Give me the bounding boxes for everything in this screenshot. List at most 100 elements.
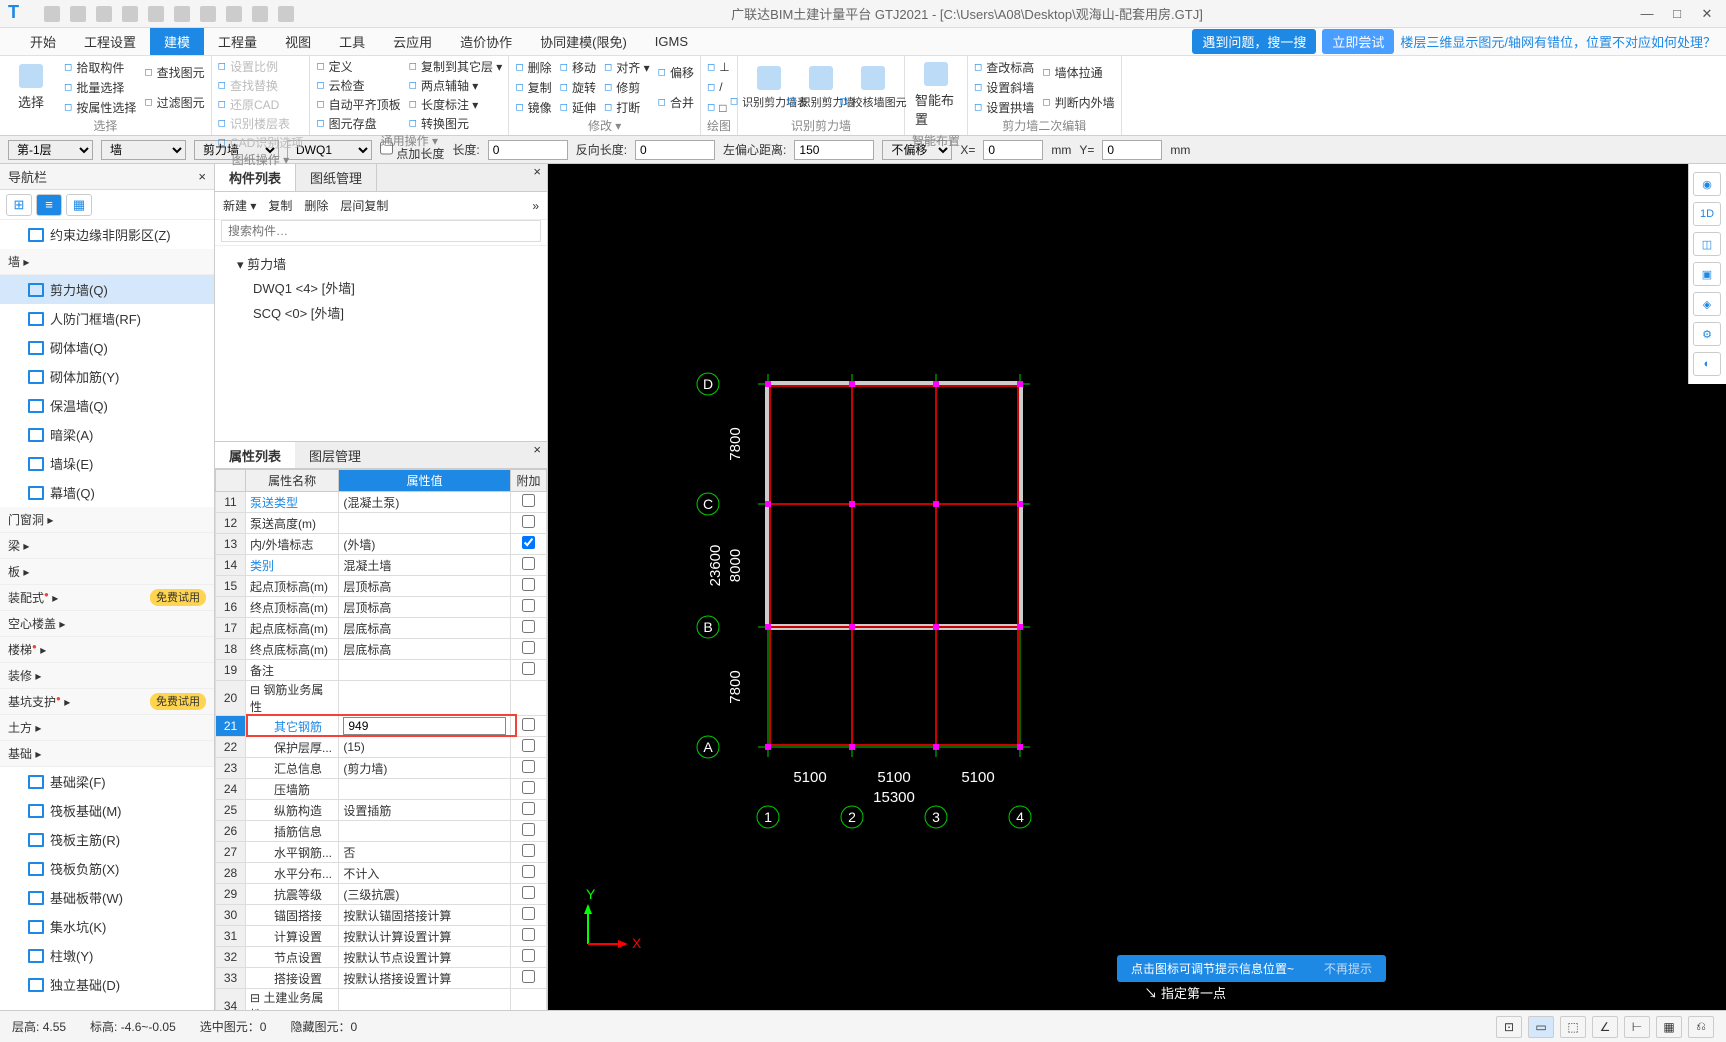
prop-extra[interactable] xyxy=(511,905,547,926)
ribbon-item[interactable]: 按属性选择 xyxy=(64,99,136,116)
ribbon-item[interactable]: 对齐 ▾ xyxy=(604,59,650,76)
nav-category[interactable]: 基坑支护● ▸免费试用 xyxy=(0,689,214,715)
prop-value[interactable]: 按默认锚固搭接计算 xyxy=(339,905,511,926)
menu-视图[interactable]: 视图 xyxy=(271,28,325,55)
nav-item[interactable]: 剪力墙(Q) xyxy=(0,275,214,304)
qat-icon[interactable] xyxy=(252,6,268,22)
nav-item[interactable]: 基础梁(F) xyxy=(0,767,214,796)
nav-category[interactable]: 板 ▸ xyxy=(0,559,214,585)
panel-close-icon[interactable]: × xyxy=(527,442,547,468)
new-button[interactable]: 新建 ▾ xyxy=(223,197,256,214)
minimize-icon[interactable]: — xyxy=(1640,6,1654,22)
prop-extra[interactable] xyxy=(511,737,547,758)
prop-extra[interactable] xyxy=(511,660,547,681)
nav-category[interactable]: 基础 ▸ xyxy=(0,741,214,767)
prop-value[interactable] xyxy=(339,681,511,716)
nav-close-icon[interactable]: × xyxy=(198,169,206,184)
prop-value[interactable]: 按默认搭接设置计算 xyxy=(339,968,511,989)
prop-extra[interactable] xyxy=(511,989,547,1011)
prop-extra[interactable] xyxy=(511,800,547,821)
reverse-input[interactable] xyxy=(635,140,715,160)
prop-value[interactable] xyxy=(339,660,511,681)
prop-value[interactable]: 层底标高 xyxy=(339,639,511,660)
ribbon-item[interactable]: □ xyxy=(707,101,730,115)
prop-extra[interactable] xyxy=(511,555,547,576)
qat-icon[interactable] xyxy=(278,6,294,22)
qat-icon[interactable] xyxy=(44,6,60,22)
nav-category[interactable]: 墙 ▸ xyxy=(0,249,214,275)
menu-建模[interactable]: 建模 xyxy=(150,28,204,55)
ribbon-item[interactable]: ⊥ xyxy=(707,60,730,74)
nav-item[interactable]: 约束边缘非阴影区(Z) xyxy=(0,220,214,249)
ribbon-item[interactable]: 转换图元 xyxy=(409,115,503,132)
nav-category[interactable]: 梁 ▸ xyxy=(0,533,214,559)
search-input[interactable] xyxy=(221,220,541,242)
nav-category[interactable]: 楼梯● ▸ xyxy=(0,637,214,663)
prop-value[interactable]: 层顶标高 xyxy=(339,597,511,618)
ribbon-item[interactable]: 复制 xyxy=(515,79,551,96)
nav-category[interactable]: 装修 ▸ xyxy=(0,663,214,689)
ribbon-item[interactable]: 设置比例 xyxy=(218,58,304,75)
status-tool-icon[interactable]: ⊡ xyxy=(1496,1016,1522,1038)
nav-item[interactable]: 柱墩(Y) xyxy=(0,941,214,970)
nav-category[interactable]: 装配式● ▸免费试用 xyxy=(0,585,214,611)
tree-root[interactable]: ▾ 剪力墙 xyxy=(225,252,537,275)
nav-item[interactable]: 基础板带(W) xyxy=(0,883,214,912)
qat-icon[interactable] xyxy=(148,6,164,22)
status-tool-icon[interactable]: ⬚ xyxy=(1560,1016,1586,1038)
qat-icon[interactable] xyxy=(226,6,242,22)
select-tool-button[interactable]: 选择 xyxy=(6,58,56,117)
ribbon-item[interactable]: 图元存盘 xyxy=(316,115,400,132)
view-tool-icon[interactable]: ◫ xyxy=(1693,232,1721,256)
nav-item[interactable]: 人防门框墙(RF) xyxy=(0,304,214,333)
ribbon-item[interactable]: 镜像 xyxy=(515,99,551,116)
ribbon-item[interactable]: 判断内外墙 xyxy=(1042,94,1114,111)
left-offset-input[interactable] xyxy=(794,140,874,160)
nav-item[interactable]: 独立基础(D) xyxy=(0,970,214,999)
close-icon[interactable]: ✕ xyxy=(1700,6,1714,22)
prop-value[interactable]: (剪力墙) xyxy=(339,758,511,779)
status-tool-icon[interactable]: ▭ xyxy=(1528,1016,1554,1038)
view-tool-icon[interactable]: ◉ xyxy=(1693,172,1721,196)
prop-extra[interactable] xyxy=(511,639,547,660)
prop-value[interactable]: 层顶标高 xyxy=(339,576,511,597)
prop-extra[interactable] xyxy=(511,842,547,863)
floor-copy-button[interactable]: 层间复制 xyxy=(340,197,388,214)
prop-value[interactable]: 按默认计算设置计算 xyxy=(339,926,511,947)
nav-item[interactable]: 暗梁(A) xyxy=(0,420,214,449)
view-tool-icon[interactable]: 1D xyxy=(1693,202,1721,226)
ribbon-item[interactable]: 合并 xyxy=(658,94,694,111)
status-tool-icon[interactable]: ⊢ xyxy=(1624,1016,1650,1038)
nav-category[interactable]: 空心楼盖 ▸ xyxy=(0,611,214,637)
tree-item[interactable]: SCQ <0> [外墙] xyxy=(225,300,537,325)
qat-icon[interactable] xyxy=(174,6,190,22)
prop-extra[interactable] xyxy=(511,513,547,534)
drawing-canvas[interactable]: DCBA123451005100510015300780080007800236… xyxy=(548,164,1726,1010)
prop-extra[interactable] xyxy=(511,492,547,513)
menu-云应用[interactable]: 云应用 xyxy=(379,28,446,55)
prop-value[interactable] xyxy=(339,779,511,800)
tree-item[interactable]: DWQ1 <4> [外墙] xyxy=(225,275,537,300)
prop-value[interactable]: 按默认节点设置计算 xyxy=(339,947,511,968)
nav-view-tree[interactable]: ⊞ xyxy=(6,194,32,216)
maximize-icon[interactable]: □ xyxy=(1670,6,1684,22)
qat-icon[interactable] xyxy=(122,6,138,22)
prop-value[interactable] xyxy=(339,513,511,534)
view-tool-icon[interactable]: ▣ xyxy=(1693,262,1721,286)
ribbon-item[interactable]: 偏移 xyxy=(658,64,694,81)
prop-extra[interactable] xyxy=(511,968,547,989)
prop-value[interactable] xyxy=(339,716,511,737)
ribbon-item[interactable]: 设置斜墙 xyxy=(974,79,1034,96)
ribbon-item[interactable]: 识别楼层表 xyxy=(218,115,304,132)
nav-item[interactable]: 砌体墙(Q) xyxy=(0,333,214,362)
prop-extra[interactable] xyxy=(511,597,547,618)
ribbon-item[interactable]: 移动 xyxy=(560,59,596,76)
nav-item[interactable]: 砌体加筋(Y) xyxy=(0,362,214,391)
ribbon-item[interactable]: CAD识别选项 xyxy=(218,134,304,151)
ribbon-item[interactable]: 删除 xyxy=(515,59,551,76)
ribbon-item[interactable]: 查改标高 xyxy=(974,59,1034,76)
ribbon-item[interactable]: 批量选择 xyxy=(64,79,136,96)
nav-item[interactable]: 集水坑(K) xyxy=(0,912,214,941)
ribbon-item[interactable]: 设置拱墙 xyxy=(974,99,1034,116)
nav-view-list[interactable]: ≡ xyxy=(36,194,62,216)
